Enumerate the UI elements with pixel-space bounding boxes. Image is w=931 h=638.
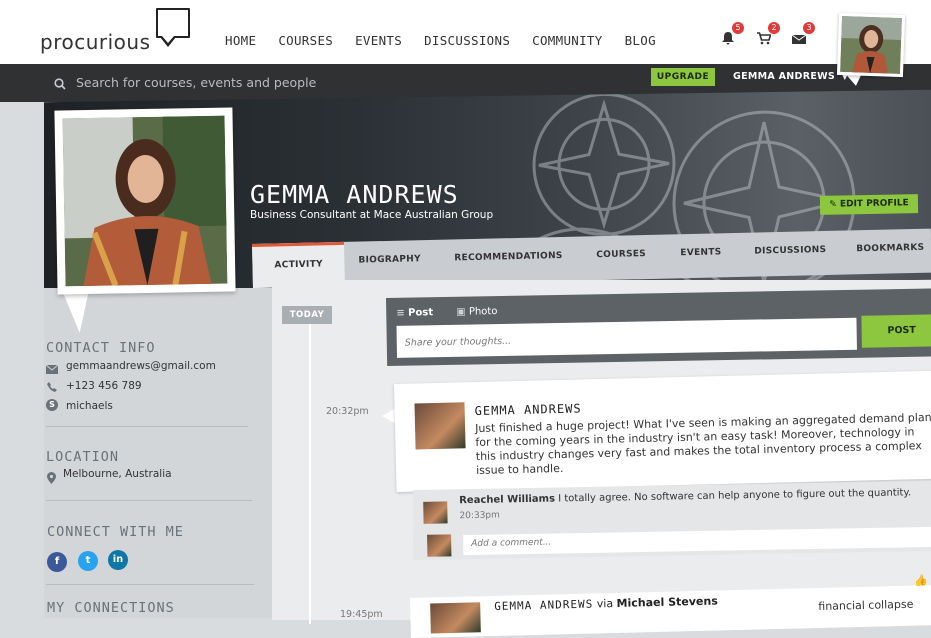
photo-tab[interactable]: ▣ Photo bbox=[456, 306, 497, 318]
reply-author-name[interactable]: Reachel Williams bbox=[459, 494, 555, 507]
contact-email[interactable]: gemmaandrews@gmail.com bbox=[66, 360, 216, 372]
post2-snippet: financial collapse bbox=[818, 597, 914, 614]
today-label: TODAY bbox=[282, 306, 332, 324]
nav-events[interactable]: EVENTS bbox=[355, 33, 402, 48]
upgrade-button[interactable]: UPGRADE bbox=[651, 68, 715, 86]
search-icon bbox=[54, 78, 66, 90]
reply-time: 20:33pm bbox=[459, 510, 500, 522]
tab-recommendations[interactable]: RECOMMENDATIONS bbox=[454, 251, 563, 263]
nav-community[interactable]: COMMUNITY bbox=[532, 33, 602, 48]
tab-discussions[interactable]: DISCUSSIONS bbox=[754, 245, 826, 257]
profile-subtitle: Business Consultant at Mace Australian G… bbox=[250, 209, 494, 221]
nav-discussions[interactable]: DISCUSSIONS bbox=[424, 33, 510, 48]
email-icon bbox=[46, 365, 58, 374]
contact-info-title: CONTACT INFO bbox=[46, 340, 156, 356]
tab-biography[interactable]: BIOGRAPHY bbox=[358, 254, 421, 265]
post2-author-avatar[interactable] bbox=[430, 602, 481, 634]
profile-sidebar: CONTACT INFO gemmaandrews@gmail.com +123… bbox=[44, 288, 272, 618]
add-comment-input[interactable]: Add a comment... bbox=[463, 526, 931, 556]
profile-name: GEMMA ANDREWS bbox=[250, 180, 459, 209]
post-author-name[interactable]: GEMMA ANDREWS bbox=[475, 401, 582, 418]
location-value: Melbourne, Australia bbox=[63, 468, 172, 480]
notifications-badge: 5 bbox=[732, 22, 744, 34]
contact-phone: +123 456 789 bbox=[66, 380, 142, 392]
user-avatar[interactable] bbox=[836, 12, 906, 78]
commenter-avatar bbox=[427, 534, 452, 557]
post-composer: ≡ Post ▣ Photo Share your thoughts... PO… bbox=[386, 288, 931, 366]
profile-photo[interactable] bbox=[54, 107, 236, 295]
cart-badge: 2 bbox=[768, 22, 780, 34]
nav-blog[interactable]: BLOG bbox=[625, 33, 656, 48]
contact-skype: michaels bbox=[66, 400, 113, 412]
phone-icon bbox=[47, 382, 57, 392]
connect-title: CONNECT WITH ME bbox=[47, 524, 184, 540]
post-tab[interactable]: ≡ Post bbox=[396, 307, 433, 319]
skype-icon: S bbox=[46, 399, 58, 411]
notifications-bell-icon[interactable]: 5 bbox=[721, 22, 744, 45]
cart-icon[interactable]: 2 bbox=[757, 22, 780, 45]
main-nav: HOME COURSES EVENTS DISCUSSIONS COMMUNIT… bbox=[225, 33, 656, 48]
post-button[interactable]: POST bbox=[861, 314, 931, 348]
user-menu[interactable]: GEMMA ANDREWS ▼ bbox=[733, 71, 848, 82]
post-author-avatar[interactable] bbox=[414, 402, 466, 450]
post-time: 20:32pm bbox=[326, 406, 369, 417]
connections-title: MY CONNECTIONS bbox=[47, 600, 175, 616]
top-nav-bar: procurious HOME COURSES EVENTS DISCUSSIO… bbox=[0, 0, 931, 64]
mail-badge: 3 bbox=[803, 22, 815, 34]
edit-profile-label: EDIT PROFILE bbox=[839, 198, 909, 210]
nav-home[interactable]: HOME bbox=[225, 33, 256, 48]
tab-events[interactable]: EVENTS bbox=[680, 247, 721, 258]
timeline-line bbox=[309, 324, 311, 624]
mail-icon[interactable]: 3 bbox=[791, 22, 815, 44]
reply-text: I totally agree. No software can help an… bbox=[558, 487, 912, 505]
tab-bookmarks[interactable]: BOOKMARKS bbox=[856, 243, 924, 255]
post2-via: via bbox=[596, 597, 614, 611]
lines-icon: ≡ bbox=[396, 307, 405, 319]
search-placeholder[interactable]: Search for courses, events and people bbox=[76, 75, 316, 90]
logo-speech-bubble-icon bbox=[156, 8, 190, 38]
user-menu-label: GEMMA ANDREWS bbox=[733, 71, 836, 82]
twitter-icon[interactable]: t bbox=[78, 551, 98, 571]
post2-author-name[interactable]: GEMMA ANDREWS bbox=[494, 598, 593, 613]
facebook-icon[interactable]: f bbox=[47, 552, 67, 572]
share-thoughts-input[interactable]: Share your thoughts... bbox=[396, 317, 857, 358]
tab-courses[interactable]: COURSES bbox=[596, 249, 646, 260]
feed-post: GEMMA ANDREWS Just finished a huge proje… bbox=[394, 370, 931, 492]
map-pin-icon bbox=[47, 472, 56, 484]
post-text: Just finished a huge project! What I've … bbox=[474, 410, 931, 478]
location-title: LOCATION bbox=[46, 449, 120, 465]
pencil-icon: ✎ bbox=[829, 199, 837, 210]
reply-author-avatar[interactable] bbox=[423, 501, 448, 524]
edit-profile-button[interactable]: ✎ EDIT PROFILE bbox=[819, 194, 919, 215]
post2-via-name[interactable]: Michael Stevens bbox=[616, 594, 717, 609]
nav-courses[interactable]: COURSES bbox=[278, 33, 333, 48]
procurious-logo[interactable]: procurious bbox=[40, 30, 151, 54]
linkedin-icon[interactable]: in bbox=[108, 550, 128, 570]
photo-icon: ▣ bbox=[456, 306, 466, 318]
